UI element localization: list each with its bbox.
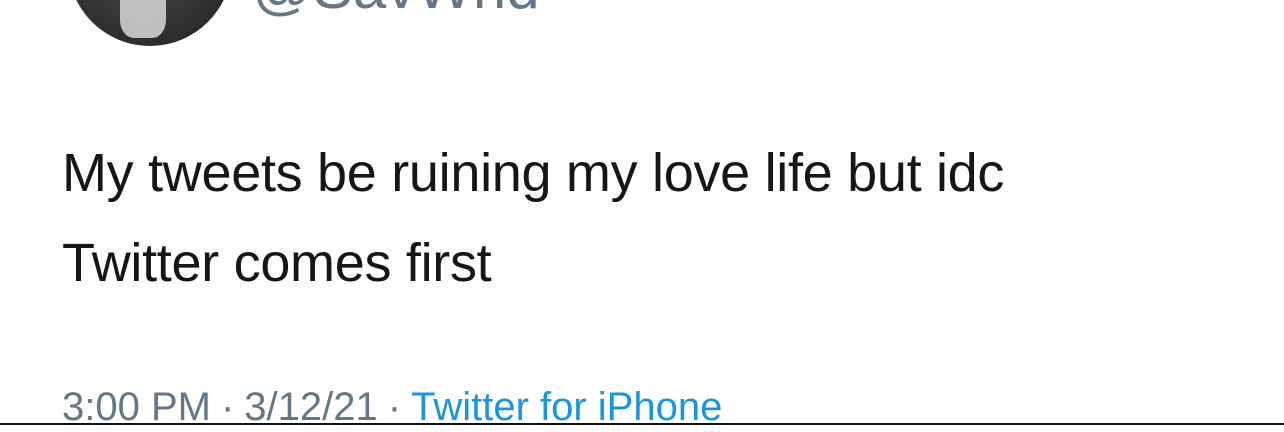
divider (0, 423, 1284, 425)
tweet-text: My tweets be ruining my love life but id… (62, 128, 1242, 308)
avatar[interactable] (68, 0, 232, 46)
avatar-photo-detail (120, 0, 166, 38)
tweet-line: Twitter comes first (62, 233, 492, 293)
user-handle[interactable]: @SavWnd (252, 0, 540, 18)
tweet-line: My tweets be ruining my love life but id… (62, 143, 1005, 203)
